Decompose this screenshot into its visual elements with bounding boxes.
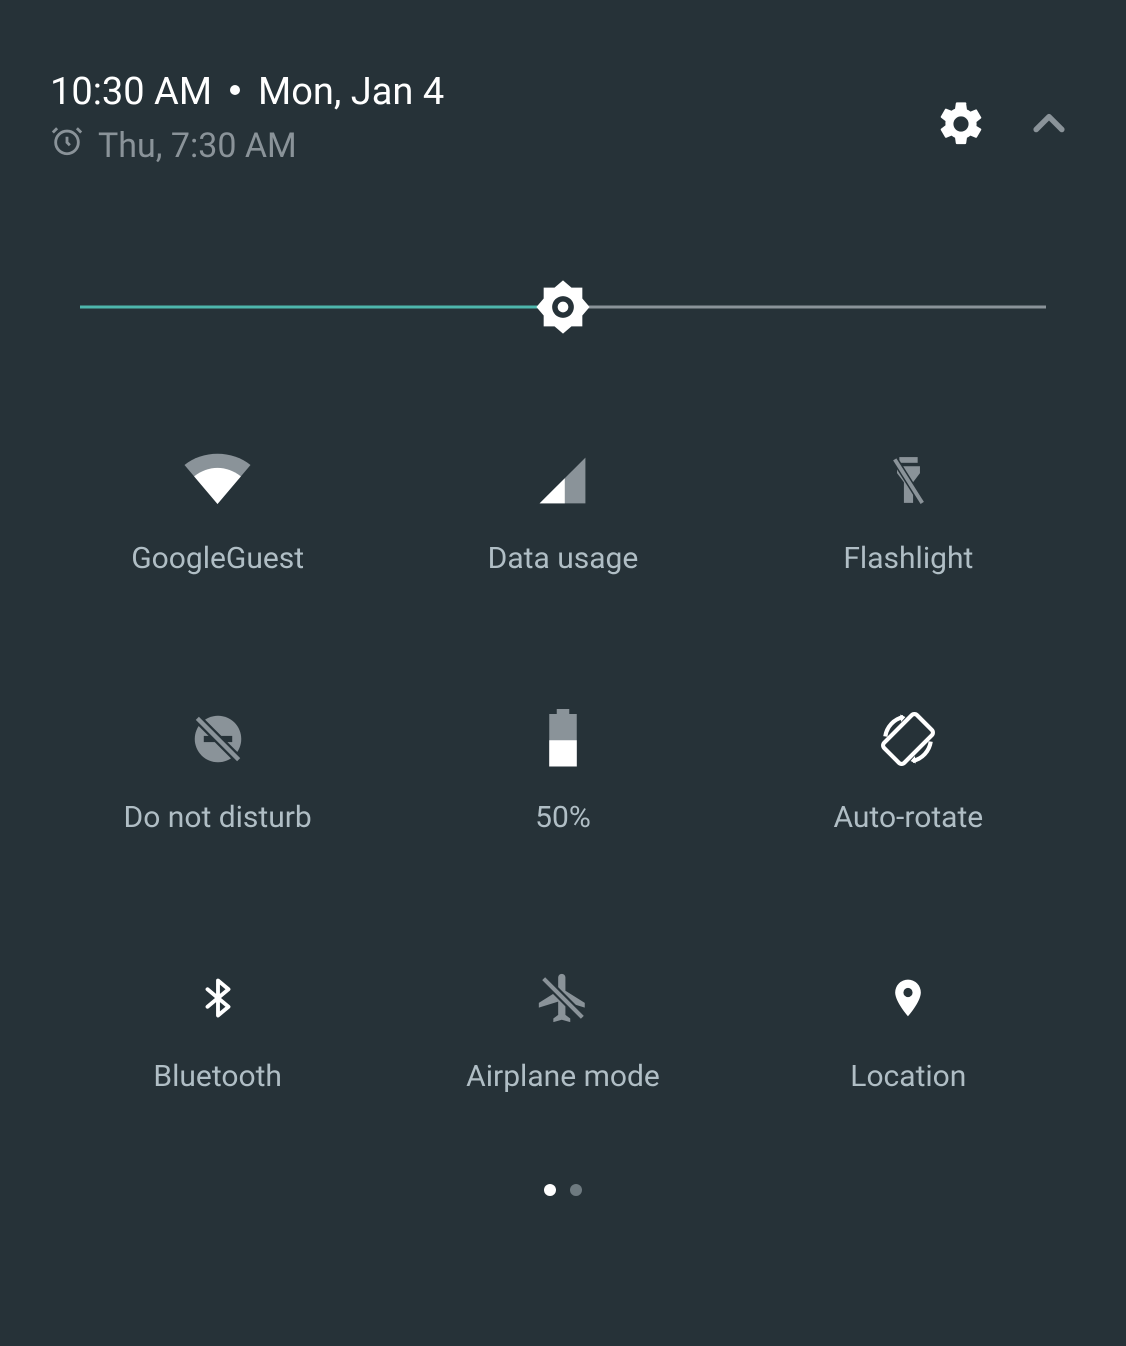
- header-left: 10:30 AM Mon, Jan 4 Thu, 7:30 AM: [50, 70, 444, 167]
- autorotate-icon: [872, 706, 944, 772]
- signal-icon: [535, 447, 590, 513]
- brightness-icon: [534, 278, 592, 336]
- tile-airplane-label: Airplane mode: [466, 1059, 660, 1094]
- wifi-icon: [180, 447, 255, 513]
- tile-dnd-label: Do not disturb: [124, 800, 312, 835]
- slider-thumb[interactable]: [534, 278, 592, 336]
- page-dot-0[interactable]: [544, 1184, 556, 1196]
- flashlight-icon: [881, 447, 936, 513]
- tile-battery-label: 50%: [535, 800, 591, 835]
- collapse-button[interactable]: [1027, 102, 1071, 150]
- battery-icon: [543, 706, 583, 772]
- slider-fill: [80, 306, 563, 309]
- airplane-icon: [534, 965, 592, 1031]
- tile-bluetooth[interactable]: Bluetooth: [50, 965, 385, 1094]
- tile-bluetooth-label: Bluetooth: [153, 1059, 282, 1094]
- tile-flashlight[interactable]: Flashlight: [741, 447, 1076, 576]
- separator-dot: [230, 85, 240, 95]
- tile-wifi[interactable]: GoogleGuest: [50, 447, 385, 576]
- chevron-up-icon: [1027, 102, 1071, 146]
- tile-autorotate[interactable]: Auto-rotate: [741, 706, 1076, 835]
- settings-button[interactable]: [935, 98, 987, 154]
- quick-settings-panel: 10:30 AM Mon, Jan 4 Thu, 7:30 AM: [0, 0, 1126, 1346]
- tile-wifi-label: GoogleGuest: [131, 541, 304, 576]
- time-date-row[interactable]: 10:30 AM Mon, Jan 4: [50, 70, 444, 114]
- location-icon: [886, 965, 930, 1031]
- alarm-row[interactable]: Thu, 7:30 AM: [50, 124, 444, 167]
- page-indicator[interactable]: [50, 1184, 1076, 1196]
- tile-airplane[interactable]: Airplane mode: [395, 965, 730, 1094]
- tile-location[interactable]: Location: [741, 965, 1076, 1094]
- tile-flashlight-label: Flashlight: [843, 541, 973, 576]
- dnd-icon: [187, 706, 249, 772]
- date-label: Mon, Jan 4: [258, 70, 444, 114]
- brightness-slider[interactable]: [80, 277, 1046, 337]
- tiles-grid: GoogleGuest Data usage: [50, 447, 1076, 1094]
- bluetooth-icon: [197, 965, 239, 1031]
- tile-battery[interactable]: 50%: [395, 706, 730, 835]
- header-right: [935, 70, 1076, 154]
- tile-dnd[interactable]: Do not disturb: [50, 706, 385, 835]
- alarm-label: Thu, 7:30 AM: [98, 126, 297, 166]
- page-dot-1[interactable]: [570, 1184, 582, 1196]
- header: 10:30 AM Mon, Jan 4 Thu, 7:30 AM: [50, 50, 1076, 177]
- gear-icon: [935, 98, 987, 150]
- tile-cellular-label: Data usage: [488, 541, 639, 576]
- tile-autorotate-label: Auto-rotate: [833, 800, 983, 835]
- tile-cellular[interactable]: Data usage: [395, 447, 730, 576]
- alarm-icon: [50, 124, 84, 167]
- tile-location-label: Location: [850, 1059, 966, 1094]
- time-label: 10:30 AM: [50, 70, 212, 114]
